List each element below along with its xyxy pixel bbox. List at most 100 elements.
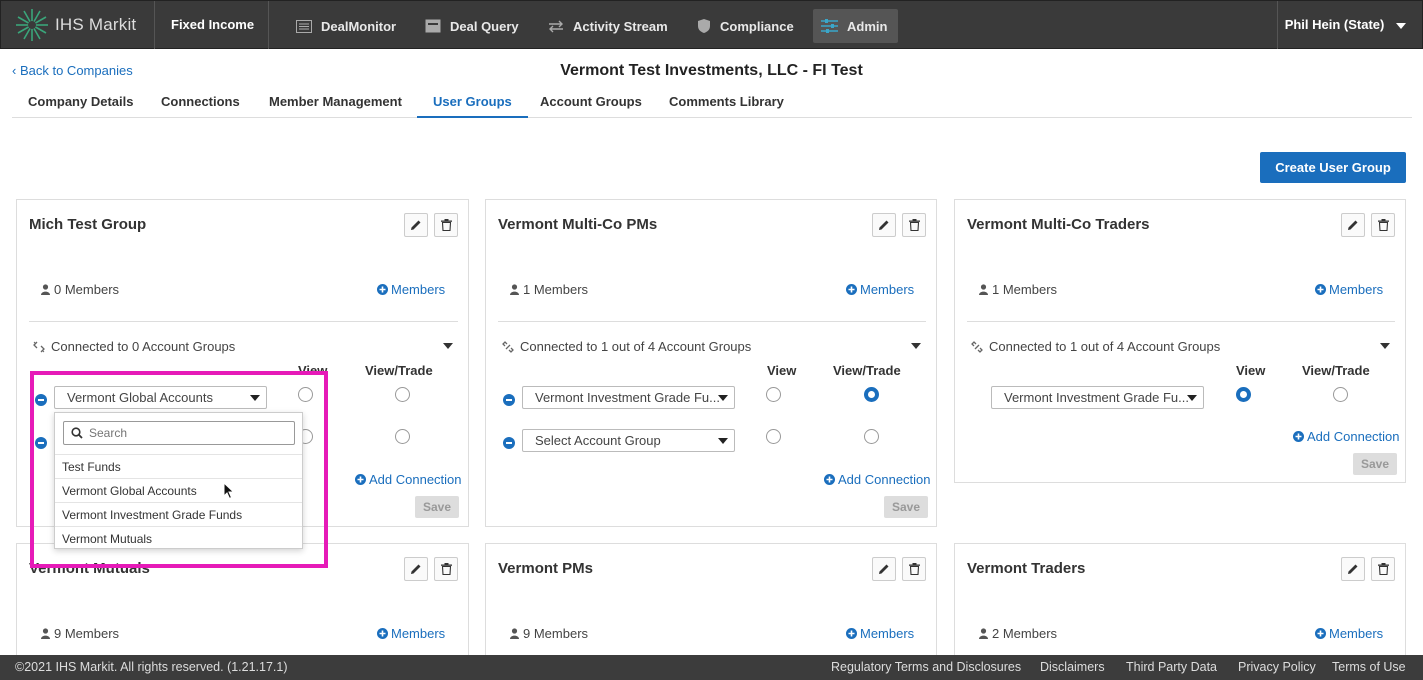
edit-button[interactable] — [872, 213, 896, 237]
footer-link-regulatory-terms[interactable]: Regulatory Terms and Disclosures — [831, 660, 1021, 674]
group-name: Mich Test Group — [29, 216, 147, 233]
user-group-card: Vermont Multi-Co PMs 1 Members Members C… — [485, 199, 937, 527]
pencil-icon — [1348, 220, 1358, 230]
member-count-text: 1 Members — [992, 282, 1058, 297]
nav-compliance[interactable]: Compliance — [689, 9, 802, 43]
footer-link-disclaimers[interactable]: Disclaimers — [1040, 660, 1105, 674]
delete-button[interactable] — [902, 213, 926, 237]
user-menu[interactable]: Phil Hein (State) — [1285, 1, 1406, 49]
divider — [1277, 1, 1278, 49]
delete-button[interactable] — [434, 557, 458, 581]
connection-summary: Connected to 1 out of 4 Account Groups — [502, 339, 751, 354]
view-radio[interactable] — [766, 429, 781, 444]
sliders-icon — [821, 19, 838, 33]
add-members-link[interactable]: Members — [1315, 282, 1383, 297]
nav-activity-stream[interactable]: Activity Stream — [540, 9, 676, 43]
footer-link-privacy-policy[interactable]: Privacy Policy — [1238, 660, 1316, 674]
delete-button[interactable] — [902, 557, 926, 581]
user-group-card: Vermont Traders 2 Members Members — [954, 543, 1406, 673]
selected-value: Select Account Group — [535, 433, 661, 448]
plus-circle-icon — [377, 628, 388, 639]
view-radio-selected[interactable] — [1236, 387, 1251, 402]
plus-circle-icon — [1293, 431, 1304, 442]
edit-button[interactable] — [404, 213, 428, 237]
edit-button[interactable] — [404, 557, 428, 581]
add-connection-link[interactable]: Add Connection — [1293, 429, 1400, 444]
tab-bar: Company Details Connections Member Manag… — [12, 88, 1412, 118]
ihs-markit-logo-icon — [16, 9, 48, 41]
nav-deal-query[interactable]: Deal Query — [417, 9, 527, 43]
user-icon — [41, 628, 50, 639]
group-name: Vermont Multi-Co PMs — [498, 216, 658, 233]
tab-account-groups[interactable]: Account Groups — [524, 88, 658, 118]
save-button[interactable]: Save — [415, 496, 459, 518]
delete-button[interactable] — [1371, 557, 1395, 581]
user-icon — [510, 284, 519, 295]
edit-button[interactable] — [872, 557, 896, 581]
connection-summary-text: Connected to 0 Account Groups — [51, 339, 236, 354]
view-trade-radio[interactable] — [395, 429, 410, 444]
delete-button[interactable] — [434, 213, 458, 237]
collapse-toggle-icon[interactable] — [911, 343, 921, 349]
delete-button[interactable] — [1371, 213, 1395, 237]
product-name[interactable]: Fixed Income — [171, 1, 254, 49]
copyright: ©2021 IHS Markit. All rights reserved. (… — [15, 660, 288, 674]
add-members-link[interactable]: Members — [1315, 626, 1383, 641]
trash-icon — [908, 563, 920, 575]
tab-user-groups[interactable]: User Groups — [417, 88, 528, 118]
plus-circle-icon — [1315, 628, 1326, 639]
edit-button[interactable] — [1341, 557, 1365, 581]
brand-logo[interactable]: IHS Markit — [15, 7, 136, 43]
collapse-toggle-icon[interactable] — [1380, 343, 1390, 349]
tab-company-details[interactable]: Company Details — [12, 88, 149, 118]
edit-button[interactable] — [1341, 213, 1365, 237]
tab-comments-library[interactable]: Comments Library — [653, 88, 800, 118]
add-members-link[interactable]: Members — [846, 282, 914, 297]
add-members-link[interactable]: Members — [377, 626, 445, 641]
view-trade-radio[interactable] — [864, 429, 879, 444]
account-group-select[interactable]: Vermont Investment Grade Fu... — [522, 386, 735, 409]
footer-link-third-party-data[interactable]: Third Party Data — [1126, 660, 1217, 674]
members-link-label: Members — [860, 626, 915, 641]
view-trade-radio[interactable] — [1333, 387, 1348, 402]
member-count-text: 1 Members — [523, 282, 589, 297]
add-connection-link[interactable]: Add Connection — [355, 472, 462, 487]
tab-connections[interactable]: Connections — [145, 88, 256, 118]
plus-circle-icon — [355, 474, 366, 485]
connection-summary: Connected to 1 out of 4 Account Groups — [971, 339, 1220, 354]
members-link-label: Members — [391, 282, 446, 297]
save-button[interactable]: Save — [884, 496, 928, 518]
pencil-icon — [411, 564, 421, 574]
view-trade-column-header: View/Trade — [833, 363, 901, 378]
selected-value: Vermont Investment Grade Fu... — [535, 390, 720, 405]
trash-icon — [440, 563, 452, 575]
remove-connection-icon[interactable] — [503, 394, 515, 406]
user-icon — [510, 628, 519, 639]
view-trade-radio-selected[interactable] — [864, 387, 879, 402]
create-user-group-button[interactable]: Create User Group — [1260, 152, 1406, 183]
view-trade-radio[interactable] — [395, 387, 410, 402]
member-count-text: 0 Members — [54, 282, 120, 297]
account-group-select[interactable]: Vermont Investment Grade Fu... — [991, 386, 1204, 409]
add-connection-link[interactable]: Add Connection — [824, 472, 931, 487]
divider — [29, 321, 458, 322]
connection-summary-text: Connected to 1 out of 4 Account Groups — [989, 339, 1221, 354]
save-button[interactable]: Save — [1353, 453, 1397, 475]
link-icon — [971, 340, 983, 353]
add-members-link[interactable]: Members — [377, 282, 445, 297]
view-radio[interactable] — [766, 387, 781, 402]
collapse-toggle-icon[interactable] — [443, 343, 453, 349]
user-group-card: Vermont Multi-Co Traders 1 Members Membe… — [954, 199, 1406, 483]
account-group-select[interactable]: Select Account Group — [522, 429, 735, 452]
nav-dealmonitor[interactable]: DealMonitor — [288, 9, 404, 43]
trash-icon — [1377, 563, 1389, 575]
add-members-link[interactable]: Members — [846, 626, 914, 641]
divider — [967, 321, 1395, 322]
tab-member-management[interactable]: Member Management — [253, 88, 418, 118]
list-icon — [296, 19, 312, 33]
footer-link-terms-of-use[interactable]: Terms of Use — [1332, 660, 1406, 674]
remove-connection-icon[interactable] — [503, 437, 515, 449]
member-count: 9 Members — [510, 626, 588, 641]
nav-admin[interactable]: Admin — [813, 9, 898, 43]
members-link-label: Members — [1329, 626, 1384, 641]
